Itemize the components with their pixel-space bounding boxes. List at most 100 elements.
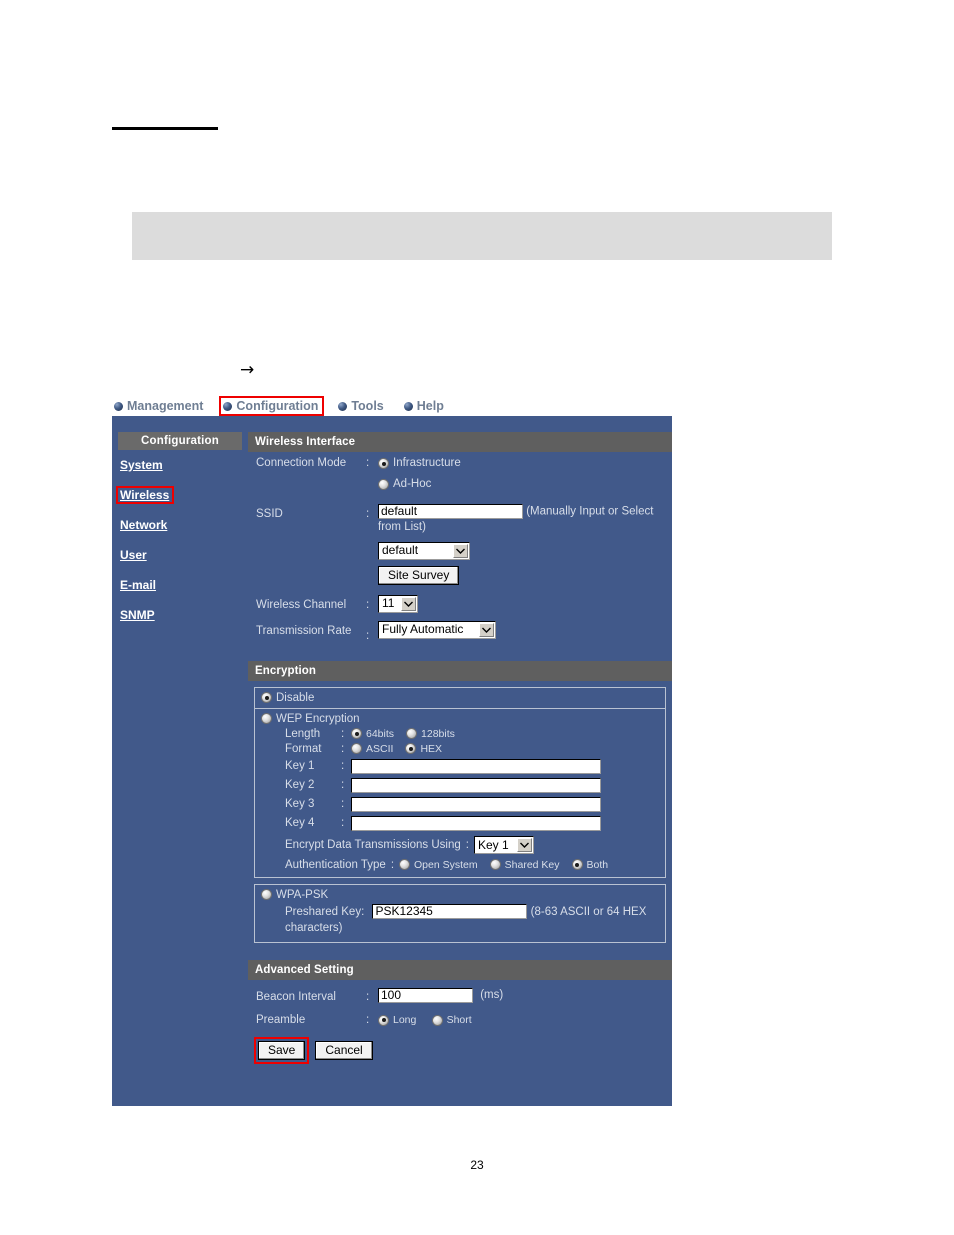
radio-encryption-disable[interactable]: Disable — [255, 688, 665, 709]
field-colon: : — [390, 858, 395, 871]
wep-key-1-input[interactable] — [351, 758, 601, 774]
radio-label: Shared Key — [504, 858, 560, 871]
encrypt-data-using-select[interactable]: Key 1 — [473, 835, 534, 854]
document-heading-rule — [112, 127, 218, 130]
radio-label: Long — [393, 1013, 417, 1026]
field-label: Key 3 — [285, 798, 315, 811]
document-callout-box — [132, 212, 832, 260]
wep-key-2-input[interactable] — [351, 777, 601, 793]
radio-icon — [378, 458, 389, 469]
radio-icon — [351, 743, 362, 755]
cancel-button[interactable]: Cancel — [315, 1040, 373, 1060]
content-column: Wireless Interface Connection Mode : Inf… — [248, 416, 672, 1064]
nav-item-label: Configuration — [236, 399, 319, 413]
sidebar-item-network[interactable]: Network — [118, 518, 170, 532]
radio-connection-mode-infrastructure[interactable]: Infrastructure — [378, 456, 461, 471]
beacon-interval-input[interactable] — [378, 987, 473, 1003]
field-wep-key-3: Key 3 : — [261, 796, 665, 812]
router-admin-panel: Configuration System Wireless Network Us… — [112, 416, 672, 1106]
radio-auth-both[interactable]: Both — [571, 859, 608, 871]
wpa-psk-box: WPA-PSK Preshared Key: (8-63 ASCII or 64… — [254, 883, 666, 943]
radio-length-64bits[interactable]: 64bits — [351, 728, 394, 740]
nav-item-help[interactable]: Help — [402, 398, 448, 414]
field-colon: : — [366, 1013, 370, 1026]
radio-length-128bits[interactable]: 128bits — [406, 728, 455, 740]
radio-label: Infrastructure — [393, 457, 461, 469]
field-ssid: SSID : (Manually Input or Select from Li… — [248, 498, 672, 585]
radio-label: ASCII — [366, 742, 394, 755]
page-number: 23 — [470, 1158, 484, 1172]
radio-encryption-wep[interactable]: WEP Encryption — [261, 713, 665, 725]
field-label: SSID — [256, 508, 283, 520]
field-wep-key-4: Key 4 : — [261, 815, 665, 831]
nav-item-management[interactable]: Management — [112, 398, 207, 414]
sidebar-item-system[interactable]: System — [118, 458, 166, 472]
preshared-key-input[interactable] — [372, 904, 528, 919]
radio-preamble-short[interactable]: Short — [431, 1013, 472, 1028]
radio-icon — [261, 713, 272, 725]
field-encrypt-data-using: Encrypt Data Transmissions Using : Key 1 — [261, 835, 665, 854]
radio-connection-mode-adhoc[interactable]: Ad-Hoc — [378, 477, 431, 492]
sidebar-item-user[interactable]: User — [118, 548, 150, 562]
radio-encryption-wpa-psk[interactable]: WPA-PSK — [261, 889, 665, 901]
wireless-channel-select[interactable]: 11 — [378, 594, 418, 613]
nav-item-configuration[interactable]: Configuration — [219, 396, 325, 416]
field-label: Wireless Channel — [256, 598, 347, 611]
field-label: Format — [285, 742, 322, 755]
field-colon: : — [341, 760, 345, 773]
radio-label: HEX — [420, 742, 443, 755]
field-label: Length — [285, 727, 321, 740]
save-button[interactable]: Save — [258, 1040, 306, 1060]
radio-icon — [406, 728, 418, 740]
sidebar-list: System Wireless Network User E-mail SNMP — [112, 458, 248, 630]
sidebar-header: Configuration — [118, 432, 242, 450]
field-wep-format: Format : ASCII HEX — [261, 743, 665, 755]
radio-icon — [489, 859, 501, 871]
nav-item-label: Management — [127, 399, 204, 413]
radio-preamble-long[interactable]: Long — [378, 1013, 416, 1028]
sidebar: Configuration System Wireless Network Us… — [112, 416, 248, 638]
radio-icon — [399, 859, 411, 871]
nav-item-label: Help — [416, 399, 444, 413]
radio-icon — [405, 743, 417, 755]
field-beacon-interval: Beacon Interval : (ms) — [248, 980, 672, 1005]
field-label: Connection Mode — [256, 457, 347, 469]
ssid-input[interactable] — [378, 504, 523, 519]
action-button-bar: Save Cancel — [248, 1031, 672, 1064]
radio-label: 64bits — [366, 727, 395, 740]
blue-sphere-bullet-icon — [338, 401, 348, 411]
sidebar-item-email[interactable]: E-mail — [118, 578, 159, 592]
annotation-arrow-icon: → — [240, 360, 255, 380]
save-button-wrapper: Save — [253, 1036, 310, 1064]
field-transmission-rate: Transmission Rate : Fully Automatic — [248, 613, 672, 644]
field-label: Key 4 — [285, 817, 315, 830]
field-wireless-channel: Wireless Channel : 11 — [248, 585, 672, 613]
radio-label: 128bits — [421, 727, 455, 740]
radio-format-hex[interactable]: HEX — [405, 743, 442, 755]
blue-sphere-bullet-icon — [114, 401, 123, 411]
field-wep-key-1: Key 1 : — [261, 758, 665, 774]
sidebar-item-snmp[interactable]: SNMP — [118, 608, 158, 622]
field-colon: : — [341, 779, 345, 792]
radio-auth-shared-key[interactable]: Shared Key — [489, 858, 560, 871]
field-label: Preamble — [256, 1013, 306, 1026]
wireless-channel-value: 11 — [382, 596, 395, 611]
wep-key-4-input[interactable] — [351, 815, 601, 831]
wep-key-3-input[interactable] — [351, 796, 601, 812]
radio-icon — [261, 889, 272, 901]
radio-label: Disable — [276, 691, 315, 704]
radio-icon — [571, 859, 583, 871]
radio-auth-open-system[interactable]: Open System — [399, 859, 478, 871]
field-label: Transmission Rate — [256, 624, 352, 637]
transmission-rate-select[interactable]: Fully Automatic — [378, 620, 496, 639]
site-survey-button[interactable]: Site Survey — [378, 565, 460, 585]
nav-item-tools[interactable]: Tools — [336, 398, 387, 414]
field-colon: : — [366, 990, 370, 1003]
field-label: Encrypt Data Transmissions Using — [285, 838, 461, 851]
blue-sphere-bullet-icon — [403, 401, 413, 411]
field-connection-mode: Connection Mode : Infrastructure Ad-Hoc — [248, 452, 672, 498]
ssid-select[interactable]: default — [378, 541, 470, 560]
radio-label: WEP Encryption — [276, 712, 360, 725]
sidebar-item-wireless[interactable]: Wireless — [115, 486, 175, 504]
radio-format-ascii[interactable]: ASCII — [351, 743, 393, 755]
